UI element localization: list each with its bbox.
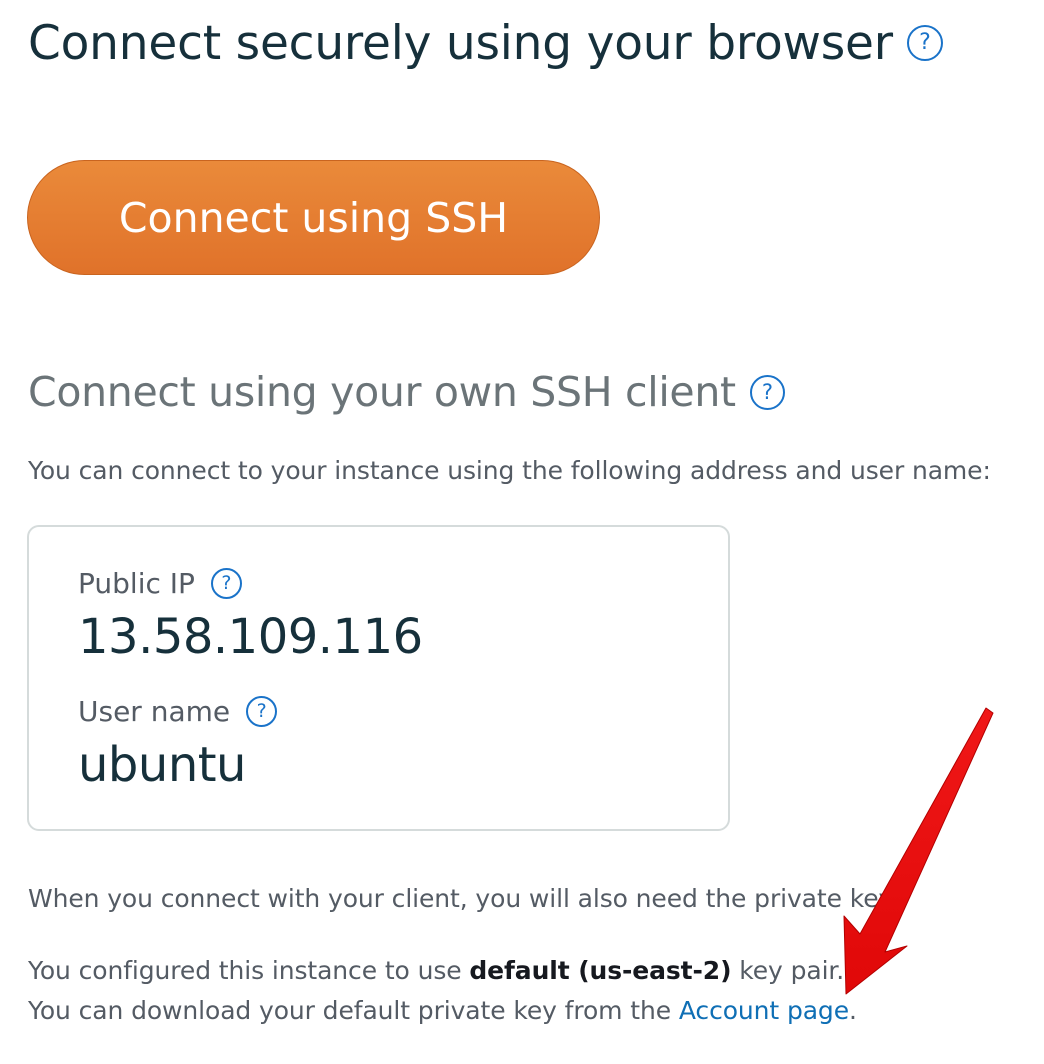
- user-name-value: ubuntu: [78, 737, 246, 793]
- download-prefix: You can download your default private ke…: [28, 996, 679, 1025]
- connect-using-ssh-button[interactable]: Connect using SSH: [27, 160, 600, 275]
- download-key-note: You can download your default private ke…: [28, 996, 857, 1025]
- ssh-client-intro: You can connect to your instance using t…: [28, 456, 991, 485]
- private-key-note: When you connect with your client, you w…: [28, 884, 898, 913]
- user-name-label: User name?: [78, 695, 278, 729]
- public-ip-label-text: Public IP: [78, 567, 195, 600]
- key-pair-note: You configured this instance to use defa…: [28, 956, 844, 985]
- key-pair-suffix: key pair.: [731, 956, 845, 985]
- public-ip-value: 13.58.109.116: [78, 609, 423, 665]
- browser-connect-title-text: Connect securely using your browser: [28, 16, 893, 71]
- user-name-label-text: User name: [78, 695, 231, 728]
- help-icon[interactable]: ?: [246, 695, 278, 727]
- key-pair-name: default (us-east-2): [469, 956, 732, 985]
- help-icon[interactable]: ?: [906, 24, 943, 61]
- connection-info-card: Public IP? 13.58.109.116 User name? ubun…: [27, 525, 730, 831]
- public-ip-label: Public IP?: [78, 567, 242, 601]
- account-page-link[interactable]: Account page: [679, 996, 849, 1025]
- browser-connect-title: Connect securely using your browser?: [28, 16, 943, 71]
- help-icon[interactable]: ?: [210, 567, 242, 599]
- download-suffix: .: [849, 996, 857, 1025]
- key-pair-prefix: You configured this instance to use: [28, 956, 470, 985]
- help-icon[interactable]: ?: [749, 374, 785, 410]
- ssh-client-title-text: Connect using your own SSH client: [28, 368, 736, 416]
- ssh-client-title: Connect using your own SSH client?: [28, 368, 785, 416]
